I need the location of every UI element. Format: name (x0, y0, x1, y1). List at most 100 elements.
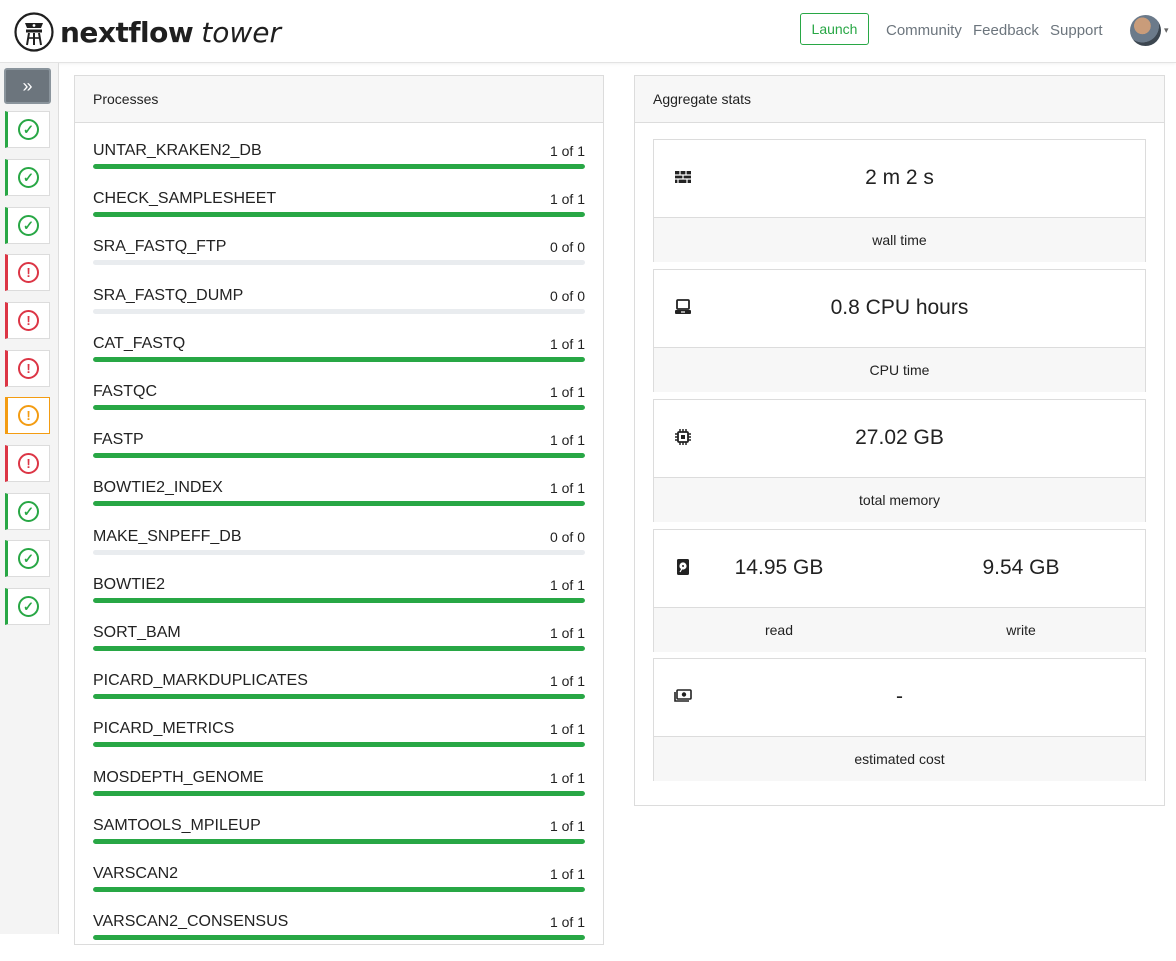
run-item-failed[interactable]: ! (5, 254, 50, 291)
process-row[interactable]: CAT_FASTQ 1 of 1 (93, 335, 585, 383)
process-progress-fill (93, 838, 585, 844)
process-row[interactable]: PICARD_METRICS 1 of 1 (93, 720, 585, 768)
top-navbar: nextflow tower Launch Community Feedback… (0, 0, 1176, 63)
process-name: UNTAR_KRAKEN2_DB (93, 142, 262, 159)
support-link[interactable]: Support (1050, 22, 1103, 39)
process-progress-bar (93, 597, 585, 603)
process-count: 0 of 0 (549, 287, 585, 304)
process-progress-bar (93, 790, 585, 796)
process-count: 1 of 1 (549, 384, 585, 400)
memory-card: 27.02 GB total memory (653, 399, 1146, 522)
run-item-succeeded[interactable]: ✓ (5, 540, 50, 577)
process-row[interactable]: FASTP 1 of 1 (93, 431, 585, 479)
process-name: PICARD_METRICS (93, 720, 235, 738)
process-name: SAMTOOLS_MPILEUP (93, 816, 261, 834)
process-progress-bar (93, 260, 585, 266)
process-progress-bar (93, 212, 585, 218)
wall-time-value: 2 m 2 s (865, 166, 934, 189)
run-item-succeeded[interactable]: ✓ (5, 159, 50, 196)
process-count: 1 of 1 (549, 576, 585, 593)
write-value: 9.54 GB (982, 556, 1060, 579)
check-circle-icon: ✓ (18, 501, 39, 522)
process-count: 1 of 1 (549, 769, 585, 786)
process-progress-bar (93, 742, 585, 748)
process-name: FASTP (93, 431, 144, 449)
cpu-time-value: 0.8 CPU hours (830, 296, 969, 319)
exclamation-circle-icon: ! (18, 262, 39, 283)
avatar (1130, 15, 1161, 46)
process-row[interactable]: BOWTIE2_INDEX 1 of 1 (93, 479, 585, 527)
process-count: 1 of 1 (549, 335, 585, 352)
tower-logo-icon (14, 12, 54, 52)
process-row[interactable]: MAKE_SNPEFF_DB 0 of 0 (93, 528, 585, 576)
process-row[interactable]: UNTAR_KRAKEN2_DB 1 of 1 (93, 142, 585, 190)
process-row[interactable]: PICARD_MARKDUPLICATES 1 of 1 (93, 672, 585, 720)
run-item-succeeded[interactable]: ✓ (5, 207, 50, 244)
process-row[interactable]: SORT_BAM 1 of 1 (93, 624, 585, 672)
process-name: VARSCAN2_CONSENSUS (93, 913, 289, 931)
process-row[interactable]: SAMTOOLS_MPILEUP 1 of 1 (93, 817, 585, 865)
cost-value: - (896, 685, 903, 708)
process-name: BOWTIE2_INDEX (93, 479, 223, 497)
exclamation-circle-icon: ! (18, 310, 39, 331)
feedback-link[interactable]: Feedback (973, 22, 1039, 39)
process-row[interactable]: VARSCAN2_CONSENSUS 1 of 1 (93, 913, 585, 961)
check-circle-icon: ✓ (18, 596, 39, 617)
run-item-failed[interactable]: ! (5, 302, 50, 339)
launch-button[interactable]: Launch (800, 13, 869, 45)
process-count: 1 of 1 (549, 480, 585, 497)
process-count: 1 of 1 (549, 191, 585, 208)
process-row[interactable]: FASTQC 1 of 1 (93, 383, 585, 431)
process-row[interactable]: CHECK_SAMPLESHEET 1 of 1 (93, 190, 585, 238)
process-row[interactable]: MOSDEPTH_GENOME 1 of 1 (93, 769, 585, 817)
process-progress-bar (93, 308, 585, 314)
run-item-succeeded[interactable]: ✓ (5, 588, 50, 625)
chevron-down-icon: ▾ (1164, 25, 1169, 35)
cpu-time-label: CPU time (869, 362, 930, 378)
write-label: write (1006, 622, 1036, 638)
process-row[interactable]: SRA_FASTQ_FTP 0 of 0 (93, 238, 585, 286)
process-count: 1 of 1 (549, 866, 585, 882)
check-circle-icon: ✓ (18, 548, 39, 569)
warning-circle-icon: ! (18, 405, 39, 426)
wall-time-card: 2 m 2 s wall time (653, 139, 1146, 262)
io-card: 14.95 GB 9.54 GB read write (653, 529, 1146, 652)
process-count: 0 of 0 (549, 239, 585, 256)
run-item-succeeded[interactable]: ✓ (5, 493, 50, 530)
memory-label: total memory (859, 492, 940, 508)
wall-time-label: wall time (872, 232, 927, 248)
process-progress-fill (93, 501, 585, 507)
read-value: 14.95 GB (734, 556, 824, 579)
cpu-time-card: 0.8 CPU hours CPU time (653, 269, 1146, 392)
process-progress-bar (93, 501, 585, 507)
process-progress-bar (93, 646, 585, 651)
exclamation-circle-icon: ! (18, 358, 39, 379)
process-name: CHECK_SAMPLESHEET (93, 190, 277, 208)
run-item-warning[interactable]: ! (5, 397, 50, 434)
process-name: MOSDEPTH_GENOME (93, 768, 264, 786)
exclamation-circle-icon: ! (18, 453, 39, 474)
process-progress-bar (93, 549, 585, 555)
process-count: 1 of 1 (549, 817, 585, 834)
process-progress-fill (93, 405, 585, 410)
user-menu[interactable]: ▾ (1130, 15, 1169, 46)
process-progress-bar (93, 356, 585, 362)
process-row[interactable]: VARSCAN2 1 of 1 (93, 865, 585, 913)
processes-header: Processes (75, 76, 603, 123)
process-progress-bar (93, 405, 585, 410)
memory-value: 27.02 GB (855, 426, 944, 449)
expand-sidebar-button[interactable]: » (4, 68, 51, 104)
community-link[interactable]: Community (886, 22, 962, 39)
tower-logo[interactable]: nextflow tower (14, 11, 281, 53)
process-progress-fill (93, 453, 585, 459)
process-progress-bar (93, 838, 585, 844)
process-count: 1 of 1 (549, 143, 585, 159)
process-row[interactable]: SRA_FASTQ_DUMP 0 of 0 (93, 287, 585, 335)
process-row[interactable]: BOWTIE2 1 of 1 (93, 576, 585, 624)
process-progress-fill (93, 694, 585, 700)
run-item-failed[interactable]: ! (5, 350, 50, 387)
run-item-succeeded[interactable]: ✓ (5, 111, 50, 148)
process-count: 1 of 1 (549, 625, 585, 641)
run-item-failed[interactable]: ! (5, 445, 50, 482)
process-name: SRA_FASTQ_DUMP (93, 286, 244, 304)
